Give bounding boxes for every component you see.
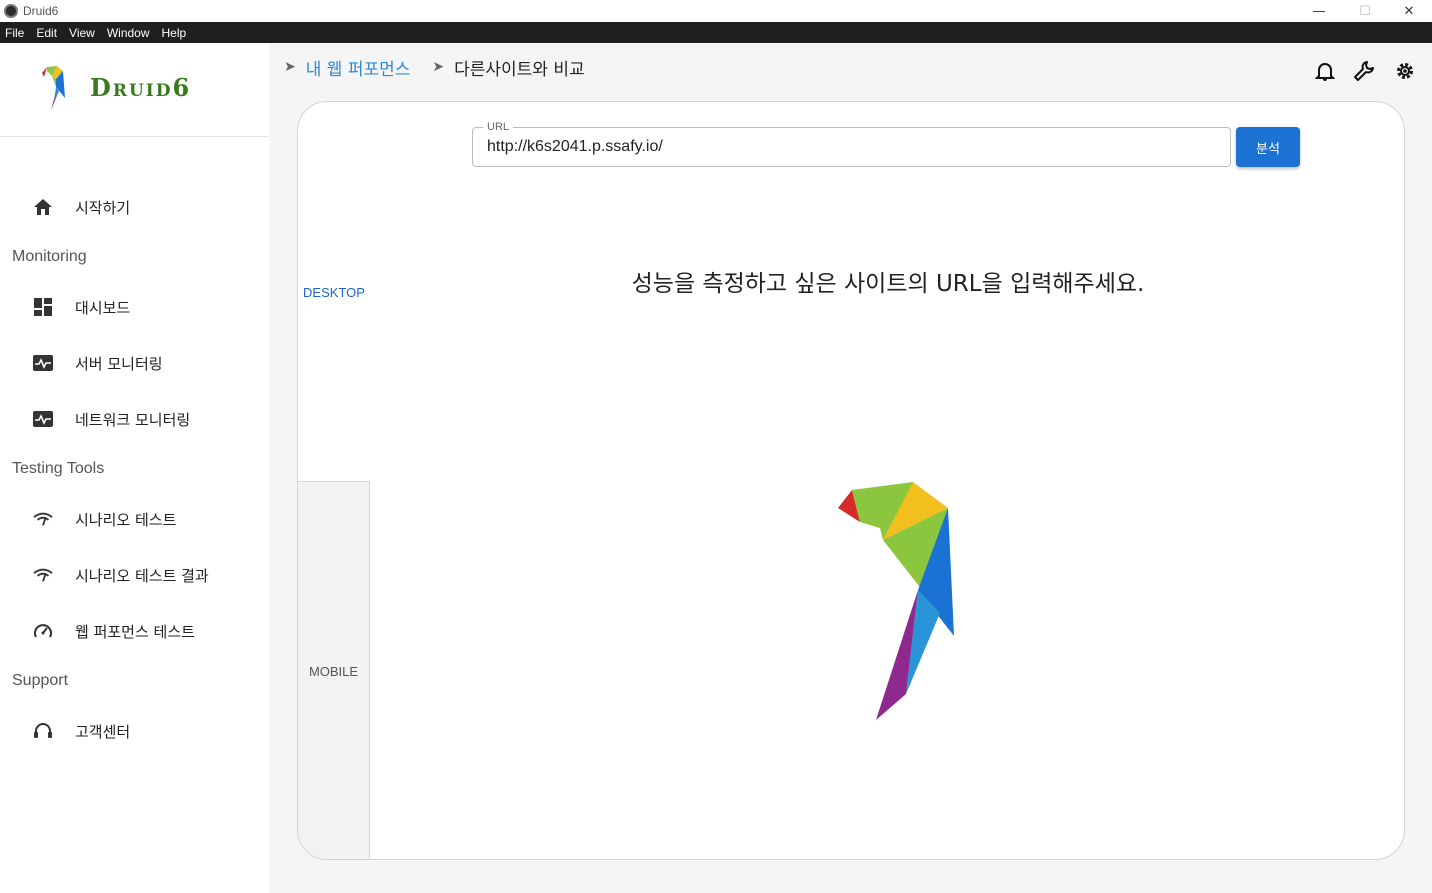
app-icon [4,4,18,18]
menu-view[interactable]: View [69,26,95,40]
headset-icon [33,721,53,741]
breadcrumb: ➤ 내 웹 퍼포먼스 ➤ 다른사이트와 비교 [284,55,585,80]
chevron-right-icon: ➤ [432,59,445,75]
section-title-monitoring: Monitoring [12,248,87,265]
sidebar-item-web-performance-test[interactable]: 웹 퍼포먼스 테스트 [0,609,269,653]
breadcrumb-current: 다른사이트와 비교 [454,59,585,80]
menu-help[interactable]: Help [162,26,187,40]
monitor-heartbeat-icon [33,353,53,373]
sidebar-item-label: 대시보드 [75,298,131,317]
close-button[interactable]: ✕ [1386,0,1432,22]
home-icon [33,197,53,217]
tab-mobile[interactable]: MOBILE [298,481,370,859]
breadcrumb-parent-link[interactable]: 내 웹 퍼포먼스 [306,55,411,80]
minimize-button[interactable]: — [1296,0,1342,22]
sidebar-item-start[interactable]: 시작하기 [0,185,269,229]
wifi-signal-icon [33,565,53,585]
settings-gear-icon[interactable] [1393,59,1417,83]
maximize-button[interactable]: ☐ [1342,0,1388,22]
parrot-logo-icon [42,66,65,110]
monitor-heartbeat-icon [33,409,53,429]
menu-file[interactable]: File [5,26,24,40]
sidebar-item-label: 웹 퍼포먼스 테스트 [75,622,195,641]
sidebar-item-label: 고객센터 [75,722,131,741]
instruction-text: 성능을 측정하고 싶은 사이트의 URL을 입력해주세요. [631,271,1145,297]
section-title-testing-tools: Testing Tools [12,460,105,477]
wifi-signal-icon [33,509,53,529]
sidebar: Druid6 시작하기 Monitoring 대시보드 서버 모니터링 네트워크… [0,43,269,893]
sidebar-item-label: 시작하기 [75,198,131,217]
speedometer-icon [33,621,53,641]
section-title-support: Support [12,672,69,689]
url-field-label: URL [483,121,514,133]
menu-bar: File Edit View Window Help [0,22,1432,43]
main-card: DESKTOP MOBILE URL http://k6s2041.p.ssaf… [297,101,1405,860]
chevron-right-icon: ➤ [284,59,296,75]
wrench-icon[interactable] [1352,59,1376,83]
analyze-button[interactable]: 분석 [1236,127,1300,167]
tab-desktop[interactable]: DESKTOP [298,102,370,482]
sidebar-item-dashboard[interactable]: 대시보드 [0,285,269,329]
bell-icon[interactable] [1313,59,1337,83]
sidebar-item-label: 시나리오 테스트 [75,510,177,529]
sidebar-item-label: 서버 모니터링 [75,354,163,373]
brand-name: Druid6 [90,73,192,102]
menu-window[interactable]: Window [107,26,150,40]
sidebar-item-scenario-test-result[interactable]: 시나리오 테스트 결과 [0,553,269,597]
dashboard-icon [33,297,53,317]
sidebar-item-customer-center[interactable]: 고객센터 [0,709,269,753]
sidebar-item-label: 네트워크 모니터링 [75,410,191,429]
sidebar-item-scenario-test[interactable]: 시나리오 테스트 [0,497,269,541]
url-input[interactable]: URL http://k6s2041.p.ssafy.io/ [472,121,1231,167]
url-input-value[interactable]: http://k6s2041.p.ssafy.io/ [487,138,663,156]
logo[interactable]: Druid6 [0,43,269,137]
sidebar-item-network-monitoring[interactable]: 네트워크 모니터링 [0,397,269,441]
menu-edit[interactable]: Edit [36,26,57,40]
window-title: Druid6 [23,4,59,18]
window-titlebar: Druid6 — ☐ ✕ [0,0,1432,22]
sidebar-item-server-monitoring[interactable]: 서버 모니터링 [0,341,269,385]
sidebar-item-label: 시나리오 테스트 결과 [75,566,209,585]
parrot-illustration-icon [838,482,954,720]
